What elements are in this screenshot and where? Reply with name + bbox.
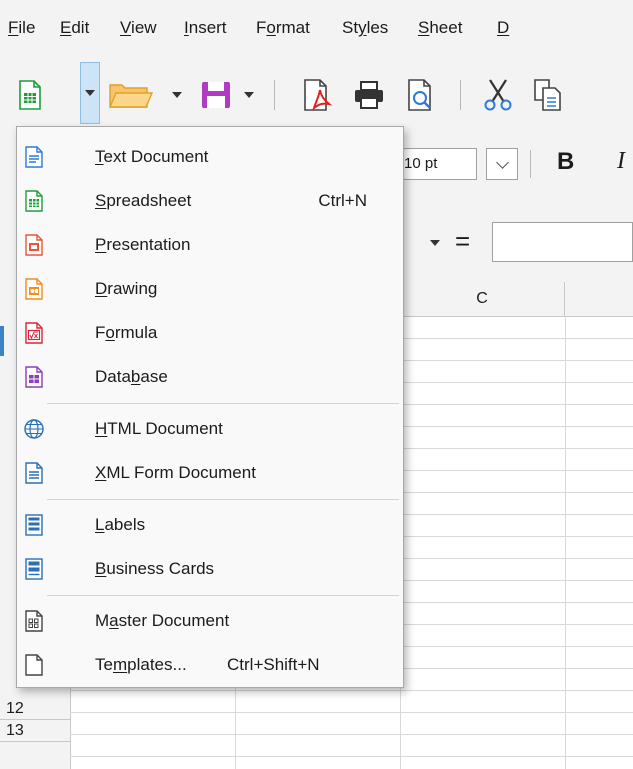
menu-item-shortcut: Ctrl+Shift+N [227,655,320,674]
menu-item-templates[interactable]: Templates... Ctrl+Shift+N [17,643,403,687]
menu-file[interactable]: File [8,18,35,38]
menu-item-label: Spreadsheet [95,191,192,210]
grid-line [70,756,633,757]
menu-edit[interactable]: Edit [60,18,89,38]
menu-item-presentation[interactable]: Presentation [17,223,403,267]
menu-item-label: Business Cards [95,559,215,578]
xml-form-document-icon [25,462,43,484]
pdf-icon [304,79,332,111]
new-button[interactable] [14,78,46,112]
menu-separator [47,595,399,596]
menu-item-label: Database [95,367,168,386]
menu-data[interactable]: D [497,18,509,38]
menu-item-business-cards[interactable]: Business Cards [17,547,403,591]
standard-toolbar [0,60,633,130]
chevron-down-icon [244,92,254,98]
grid-line [70,734,633,735]
presentation-icon [25,234,43,256]
font-size-input[interactable]: 10 pt [395,148,477,180]
printer-icon [355,81,383,109]
save-icon [202,82,230,108]
templates-icon [25,654,43,676]
cut-button[interactable] [478,76,518,114]
spreadsheet-icon [25,190,43,212]
menu-view[interactable]: View [120,18,157,38]
save-button[interactable] [198,78,234,112]
menu-item-label: Formula [95,323,158,342]
copy-icon [534,79,561,111]
menu-insert[interactable]: Insert [184,18,227,38]
menu-separator [47,499,399,500]
print-button[interactable] [350,76,388,114]
menu-item-label: Master Document [95,611,230,630]
globe-icon [24,419,44,439]
menu-item-shortcut: Ctrl+N [318,191,367,210]
open-button[interactable] [108,78,154,112]
menu-item-label: Templates... [95,655,187,674]
new-document-menu: Text Document Spreadsheet Ctrl+N Present… [16,126,404,688]
menu-item-master-document[interactable]: Master Document [17,599,403,643]
print-preview-button[interactable] [404,76,438,114]
row-header-13[interactable]: 13 [0,720,70,742]
menu-item-label: Drawing [95,279,158,298]
menu-format[interactable]: Format [256,18,310,38]
function-dropdown[interactable] [430,240,440,246]
new-dropdown-button[interactable] [80,62,100,124]
toolbar-separator [460,80,461,110]
folder-icon [108,84,154,108]
grid-line [70,712,633,713]
toolbar-separator [530,150,531,178]
menu-item-label: Presentation [95,235,191,254]
menu-item-spreadsheet[interactable]: Spreadsheet Ctrl+N [17,179,403,223]
menu-sheet[interactable]: Sheet [418,18,462,38]
column-header-c[interactable]: C [400,282,565,316]
master-document-icon [25,610,43,632]
menu-item-formula[interactable]: Formula [17,311,403,355]
print-preview-icon [408,79,431,111]
copy-button[interactable] [530,76,566,114]
menu-separator [47,403,399,404]
formula-input[interactable] [492,222,633,262]
menu-bar: File Edit View Insert Format Styles Shee… [0,0,633,60]
spreadsheet-icon [19,80,41,110]
column-header-d[interactable] [565,282,633,316]
menu-item-xml-form-document[interactable]: XML Form Document [17,451,403,495]
italic-button[interactable]: I [617,148,625,175]
menu-item-database[interactable]: Database [17,355,403,399]
menu-item-html-document[interactable]: HTML Document [17,407,403,451]
menu-item-label: Text Document [95,147,209,166]
save-dropdown[interactable] [242,88,256,102]
formula-equals-button[interactable]: = [455,226,470,257]
menu-item-labels[interactable]: Labels [17,503,403,547]
grid-line [565,316,566,769]
text-document-icon [25,146,43,168]
database-icon [25,366,43,388]
font-size-dropdown[interactable] [486,148,518,180]
formula-icon [25,322,43,344]
labels-icon [25,514,43,536]
scissors-icon [484,79,512,111]
chevron-down-icon [430,240,440,246]
export-pdf-button[interactable] [300,76,334,114]
open-dropdown[interactable] [170,88,184,102]
row-header-12[interactable]: 12 [0,698,70,720]
chevron-down-icon [495,155,509,169]
menu-item-label: HTML Document [95,419,223,438]
business-cards-icon [25,558,43,580]
menu-item-drawing[interactable]: Drawing [17,267,403,311]
menu-item-label: XML Form Document [95,463,256,482]
grid-line [70,690,633,691]
menu-item-label: Labels [95,515,146,534]
toolbar-separator [274,80,275,110]
bold-button[interactable]: B [557,148,574,176]
chevron-down-icon [172,92,182,98]
menu-styles[interactable]: Styles [342,18,388,38]
drawing-icon [25,278,43,300]
menu-item-text-document[interactable]: Text Document [17,135,403,179]
chevron-down-icon [85,90,95,96]
selected-row-marker [0,326,4,356]
